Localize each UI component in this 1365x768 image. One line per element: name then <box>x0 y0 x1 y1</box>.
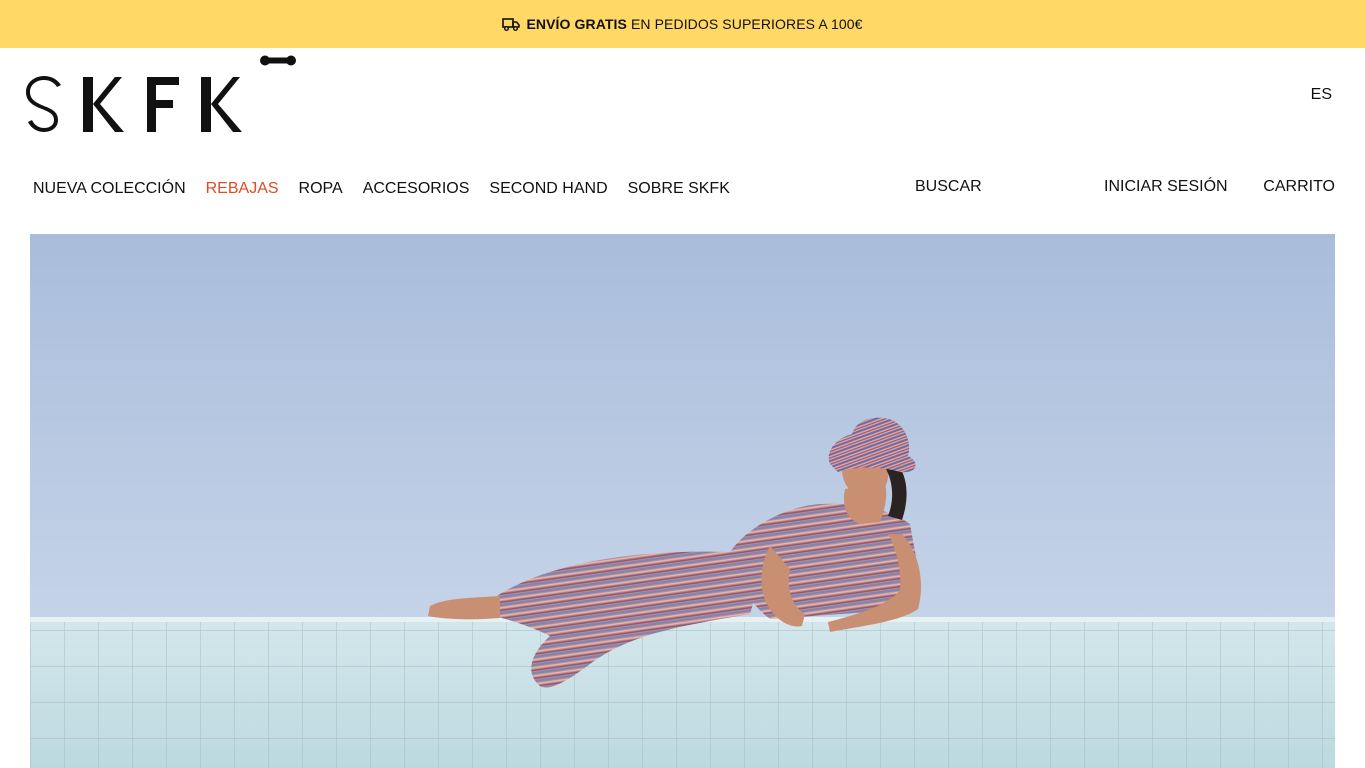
brand-logo[interactable] <box>25 54 297 134</box>
nav-item-second-hand[interactable]: SECOND HAND <box>489 180 607 198</box>
logo-image <box>26 55 296 132</box>
nav-item-ropa[interactable]: ROPA <box>299 180 343 198</box>
language-selector[interactable]: ES <box>1311 86 1332 104</box>
promo-bar: ENVÍO GRATIS EN PEDIDOS SUPERIORES A 100… <box>0 0 1365 48</box>
search-link[interactable]: BUSCAR <box>915 178 982 196</box>
logo-mark-icon <box>260 55 296 66</box>
promo-text: EN PEDIDOS SUPERIORES A 100€ <box>630 16 863 32</box>
main-nav: NUEVA COLECCIÓN REBAJAS ROPA ACCESORIOS … <box>33 178 750 200</box>
hero-image <box>30 234 1335 768</box>
nav-item-accesorios[interactable]: ACCESORIOS <box>363 180 470 198</box>
truck-icon <box>502 18 521 31</box>
nav-item-rebajas[interactable]: REBAJAS <box>206 180 279 198</box>
promo-bold-text: ENVÍO GRATIS <box>526 16 627 32</box>
hero-banner[interactable] <box>30 234 1335 768</box>
cart-link[interactable]: CARRITO <box>1263 178 1335 196</box>
login-link[interactable]: INICIAR SESIÓN <box>1104 178 1228 196</box>
nav-item-nueva-coleccion[interactable]: NUEVA COLECCIÓN <box>33 180 186 198</box>
nav-item-sobre-skfk[interactable]: SOBRE SKFK <box>628 180 730 198</box>
